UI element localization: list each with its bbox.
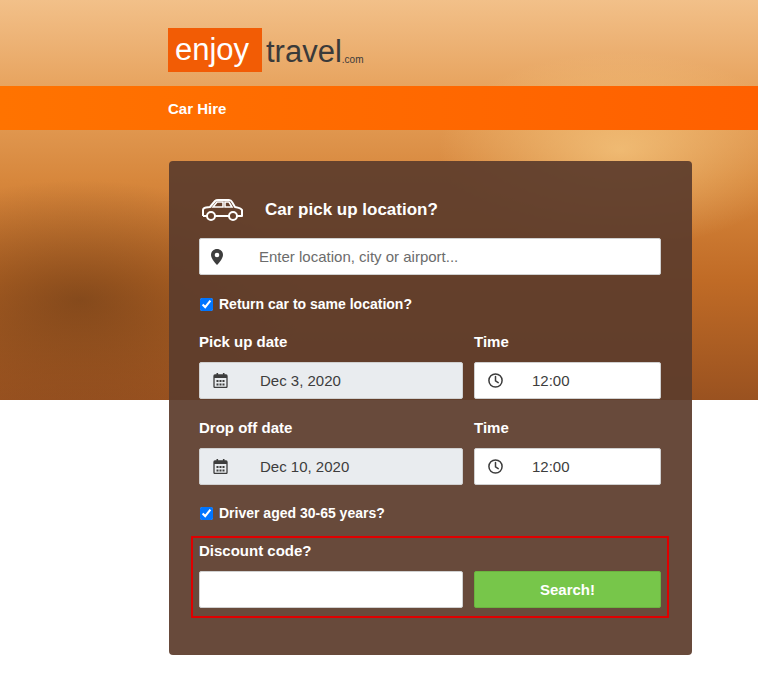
nav-bar: Car Hire bbox=[0, 86, 758, 130]
logo[interactable]: enjoytravel.com bbox=[168, 28, 758, 72]
calendar-icon bbox=[213, 373, 228, 388]
calendar-icon bbox=[213, 459, 228, 474]
time-field[interactable]: 12:00 bbox=[474, 448, 661, 485]
time-value: 12:00 bbox=[532, 372, 570, 389]
driver-age-label: Driver aged 30-65 years? bbox=[219, 505, 385, 521]
page: enjoytravel.com Car Hire Car pick up locat… bbox=[0, 0, 758, 694]
date-value: Dec 10, 2020 bbox=[260, 458, 349, 475]
card-heading: Car pick up location? bbox=[265, 200, 438, 220]
time-label: Time bbox=[474, 419, 661, 437]
date-field[interactable]: Dec 3, 2020 bbox=[199, 362, 463, 399]
map-pin-icon bbox=[211, 249, 223, 265]
time-field[interactable]: 12:00 bbox=[474, 362, 661, 399]
date-value: Dec 3, 2020 bbox=[260, 372, 341, 389]
location-input[interactable] bbox=[259, 248, 660, 265]
search-card: Car pick up location? Return car to same … bbox=[169, 161, 692, 655]
date-field[interactable]: Dec 10, 2020 bbox=[199, 448, 463, 485]
return-same-checkbox[interactable]: Return car to same location? bbox=[199, 295, 661, 313]
heading-row: Car pick up location? bbox=[199, 197, 661, 223]
discount-label: Discount code? bbox=[199, 542, 661, 560]
time-value: 12:00 bbox=[532, 458, 570, 475]
logo-tld: .com bbox=[342, 48, 364, 72]
nav-item[interactable]: Car Hire bbox=[168, 100, 226, 117]
car-icon bbox=[199, 197, 245, 223]
logo-suffix: travel bbox=[266, 32, 342, 72]
logo-brand: enjoy bbox=[168, 28, 262, 72]
driver-age-check[interactable] bbox=[200, 507, 213, 520]
clock-icon bbox=[488, 373, 503, 388]
date-time-row: Drop off date Time Dec 10, 2020 12:00 bbox=[199, 419, 661, 485]
location-field[interactable] bbox=[199, 238, 661, 275]
clock-icon bbox=[488, 459, 503, 474]
discount-input[interactable] bbox=[199, 571, 463, 608]
return-same-check[interactable] bbox=[200, 298, 213, 311]
date-label: Pick up date bbox=[199, 333, 463, 351]
driver-age-checkbox[interactable]: Driver aged 30-65 years? bbox=[199, 504, 661, 522]
date-label: Drop off date bbox=[199, 419, 463, 437]
date-time-row: Pick up date Time Dec 3, 2020 12:00 bbox=[199, 333, 661, 399]
discount-section: Discount code? Search! bbox=[191, 536, 669, 618]
return-same-label: Return car to same location? bbox=[219, 296, 412, 312]
time-label: Time bbox=[474, 333, 661, 351]
search-button[interactable]: Search! bbox=[474, 571, 661, 608]
